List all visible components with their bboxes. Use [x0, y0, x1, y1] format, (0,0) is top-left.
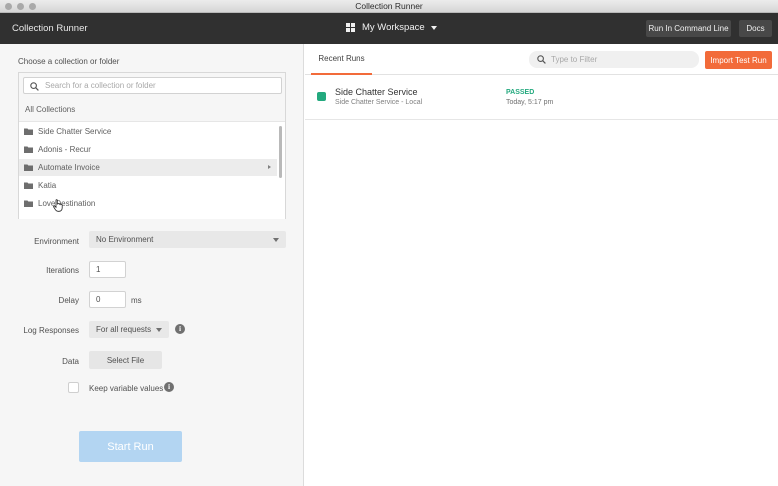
run-in-command-line-button[interactable]: Run In Command Line — [646, 20, 731, 37]
collection-item[interactable]: Side Chatter Service — [19, 123, 277, 140]
collection-item-label: Katia — [38, 181, 57, 190]
collection-item-label: Automate Invoice — [38, 163, 100, 172]
hand-pointer-icon — [53, 199, 63, 212]
filter-input[interactable] — [551, 53, 691, 66]
recent-runs-panel: Recent Runs Import Test Run Side Chatter… — [305, 44, 778, 486]
chevron-down-icon — [430, 25, 437, 30]
select-file-button[interactable]: Select File — [89, 351, 162, 369]
folder-icon — [24, 164, 33, 171]
log-responses-selected-value: For all requests — [96, 325, 152, 334]
environment-select[interactable]: No Environment — [89, 231, 286, 248]
search-icon — [30, 82, 39, 91]
data-label: Data — [62, 357, 79, 366]
workspace-grid-icon — [346, 23, 355, 32]
collection-item[interactable]: Katia — [19, 177, 277, 194]
log-responses-select[interactable]: For all requests — [89, 321, 169, 338]
choose-collection-label: Choose a collection or folder — [18, 57, 120, 66]
chevron-right-icon[interactable] — [268, 165, 271, 169]
collection-item-label: LoveDestination — [38, 199, 96, 208]
keep-variable-values-label: Keep variable values — [89, 384, 164, 393]
app-header: Collection Runner My Workspace Run In Co… — [0, 13, 778, 44]
collection-search-input[interactable] — [45, 79, 275, 92]
status-indicator — [317, 92, 326, 101]
folder-icon — [24, 182, 33, 189]
collection-item[interactable]: Adonis - Recur — [19, 141, 277, 158]
environment-selected-value: No Environment — [96, 235, 154, 244]
window-title: Collection Runner — [355, 1, 423, 11]
info-icon[interactable]: i — [164, 382, 174, 392]
keep-variable-values-checkbox[interactable] — [68, 382, 79, 393]
window-titlebar: Collection Runner — [0, 0, 778, 13]
chevron-down-icon — [273, 238, 279, 242]
search-icon — [537, 55, 546, 64]
runs-tabbar: Recent Runs Import Test Run — [305, 44, 778, 75]
run-environment: Side Chatter Service - Local — [335, 99, 423, 106]
scrollbar-thumb[interactable] — [279, 126, 282, 178]
delay-label: Delay — [58, 296, 79, 305]
log-responses-label: Log Responses — [23, 326, 79, 335]
workspace-name: My Workspace — [362, 22, 425, 33]
import-test-run-button[interactable]: Import Test Run — [705, 51, 772, 69]
collection-item-label: Adonis - Recur — [38, 145, 91, 154]
delay-input[interactable]: 0 — [89, 291, 126, 308]
tab-recent-runs[interactable]: Recent Runs — [311, 44, 372, 75]
collection-picker: All Collections Side Chatter Service Ado… — [18, 72, 286, 219]
docs-button[interactable]: Docs — [739, 20, 772, 37]
filter-box[interactable] — [529, 51, 699, 68]
collection-list-scrollbar[interactable] — [279, 123, 284, 218]
iterations-label: Iterations — [46, 266, 79, 275]
run-collection-name: Side Chatter Service — [335, 87, 418, 97]
collection-item-label: Side Chatter Service — [38, 127, 112, 136]
runner-config-panel: Choose a collection or folder All Collec… — [0, 44, 304, 486]
folder-icon — [24, 146, 33, 153]
app-title: Collection Runner — [12, 23, 88, 34]
folder-icon — [24, 200, 33, 207]
folder-icon — [24, 128, 33, 135]
run-timestamp: Today, 5:17 pm — [506, 99, 554, 106]
iterations-input[interactable]: 1 — [89, 261, 126, 278]
run-list-item[interactable]: Side Chatter Service Side Chatter Servic… — [305, 76, 778, 120]
environment-label: Environment — [34, 237, 79, 246]
status-badge: PASSED — [506, 89, 535, 96]
start-run-button[interactable]: Start Run — [79, 431, 182, 462]
chevron-down-icon — [156, 328, 162, 332]
all-collections-breadcrumb[interactable]: All Collections — [25, 105, 75, 114]
collection-search-box[interactable] — [23, 77, 282, 94]
info-icon[interactable]: i — [175, 324, 185, 334]
collection-item[interactable]: Automate Invoice — [19, 159, 277, 176]
workspace-switcher[interactable]: My Workspace — [346, 22, 437, 33]
delay-unit: ms — [131, 296, 142, 305]
